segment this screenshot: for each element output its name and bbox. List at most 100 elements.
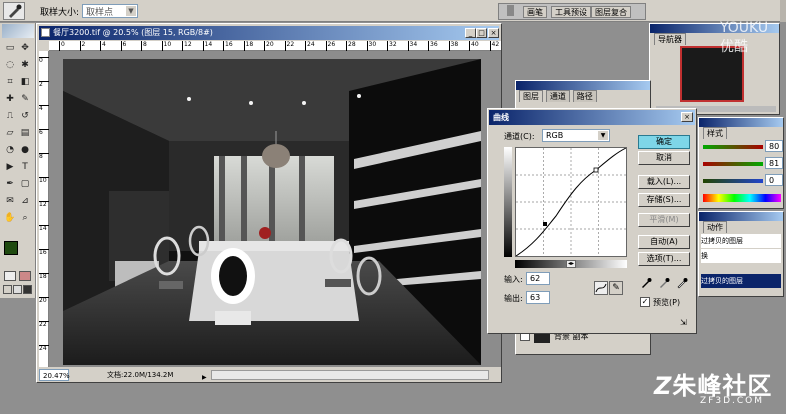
pencil-tool-icon[interactable]: ✎ xyxy=(609,281,623,295)
palette-tab-brushes[interactable]: 画笔 xyxy=(523,6,547,18)
ruler-tick-label: 10 xyxy=(39,177,49,184)
ruler-tick-label: 20 xyxy=(39,297,49,304)
ruler-tick-label: 6 xyxy=(39,129,49,136)
layers-panel-title[interactable] xyxy=(516,81,650,90)
notes-icon[interactable]: ✉ xyxy=(3,194,17,208)
close-button[interactable]: × xyxy=(488,28,499,38)
history-item[interactable]: 换 xyxy=(701,249,781,263)
cancel-button[interactable]: 取消 xyxy=(638,151,690,165)
palette-tab-layer-comps[interactable]: 图层复合 xyxy=(591,6,631,18)
ruler-tick-label: 8 xyxy=(39,153,49,160)
eraser-icon[interactable]: ▱ xyxy=(3,126,17,140)
gradient-toggle-icon[interactable]: ◂▸ xyxy=(566,260,576,268)
sample-size-select[interactable]: 取样点 ▼ xyxy=(82,4,138,18)
expand-dialog-icon[interactable]: ⇲ xyxy=(680,318,692,328)
horizontal-ruler: 0 2 4 6 8 10 12 14 16 18 20 22 24 26 28 30 32 34 36 38 40 42 xyxy=(49,41,501,51)
ruler-tick-label: 24 xyxy=(39,345,49,352)
input-field[interactable]: 62 xyxy=(526,272,550,285)
magic-wand-icon[interactable]: ✱ xyxy=(18,58,32,72)
curve-tool-icon[interactable] xyxy=(594,281,608,295)
close-icon[interactable]: × xyxy=(681,112,693,122)
minimize-button[interactable]: _ xyxy=(465,28,476,38)
slice-icon[interactable]: ◧ xyxy=(18,75,32,89)
blue-slider-track[interactable] xyxy=(703,179,763,183)
ok-button[interactable]: 确定 xyxy=(638,135,690,149)
eyedropper-tool-icon[interactable] xyxy=(3,2,25,20)
tab-navigator[interactable]: 导航器 xyxy=(654,33,686,45)
maximize-button[interactable]: □ xyxy=(476,28,487,38)
ruler-tick-label: 2 xyxy=(39,81,49,88)
color-ramp[interactable] xyxy=(703,194,781,202)
curve-point[interactable] xyxy=(543,222,547,226)
healing-icon[interactable]: ✚ xyxy=(3,92,17,106)
green-slider-track[interactable] xyxy=(703,162,763,166)
screen-mode-full-menu-icon[interactable] xyxy=(13,285,22,294)
tab-layers[interactable]: 图层 xyxy=(519,90,543,102)
tab-styles[interactable]: 样式 xyxy=(703,127,727,139)
pen-icon[interactable]: ✒ xyxy=(3,177,17,191)
history-item-selected[interactable]: 过拷贝的图层 xyxy=(701,274,781,288)
ruler-tick-label: 34 xyxy=(407,41,417,51)
history-brush-icon[interactable]: ↺ xyxy=(18,109,32,123)
screen-mode-standard-icon[interactable] xyxy=(3,285,12,294)
type-icon[interactable]: T xyxy=(18,160,32,174)
document-title-bar[interactable]: 餐厅3200.tif @ 20.5% (图层 15, RGB/8#) xyxy=(39,26,499,40)
crop-icon[interactable]: ⌗ xyxy=(3,75,17,89)
dodge-icon[interactable]: ● xyxy=(18,143,32,157)
curve-point[interactable] xyxy=(593,167,599,173)
zoom-field[interactable]: 20.47% xyxy=(39,369,70,381)
palette-tab-tool-presets[interactable]: 工具预设 xyxy=(551,6,591,18)
red-slider-track[interactable] xyxy=(703,145,763,149)
red-value[interactable]: 80 xyxy=(765,140,783,152)
hand-icon[interactable]: ✋ xyxy=(3,211,17,225)
save-button[interactable]: 存储(S)... xyxy=(638,193,690,207)
foreground-color-swatch[interactable] xyxy=(4,241,18,255)
channel-select[interactable]: RGB ▼ xyxy=(542,129,610,142)
preview-checkbox[interactable]: ✓ xyxy=(640,297,650,307)
stamp-icon[interactable]: ⎍ xyxy=(3,109,17,123)
blur-icon[interactable]: ◔ xyxy=(3,143,17,157)
tab-paths[interactable]: 路径 xyxy=(572,90,597,102)
green-value[interactable]: 81 xyxy=(765,157,783,169)
doc-size-readout: 文档:22.0M/134.2M xyxy=(107,371,174,379)
status-menu-arrow-icon[interactable]: ▶ xyxy=(202,372,207,384)
ruler-tick-label: 28 xyxy=(346,41,356,51)
history-item[interactable]: 过拷贝的图层 xyxy=(701,234,781,248)
load-button[interactable]: 载入(L)... xyxy=(638,175,690,189)
curve-graph[interactable] xyxy=(515,147,627,257)
ruler-tick-label: 4 xyxy=(100,41,106,51)
marquee-icon[interactable]: ▭ xyxy=(3,41,17,55)
ruler-tick-label: 0 xyxy=(39,57,49,64)
bar-edge xyxy=(780,0,786,22)
ruler-tick-label: 18 xyxy=(243,41,253,51)
output-field[interactable]: 63 xyxy=(526,291,550,304)
ruler-tick-label: 12 xyxy=(39,201,49,208)
ruler-tick-label: 20 xyxy=(264,41,274,51)
options-button[interactable]: 选项(T)... xyxy=(638,252,690,266)
output-label: 输出: xyxy=(504,294,523,303)
blue-value[interactable]: 0 xyxy=(765,174,783,186)
curves-title-bar[interactable]: 曲线 xyxy=(489,110,695,125)
tab-channels[interactable]: 通道 xyxy=(545,90,570,102)
ruler-tick-label: 22 xyxy=(39,321,49,328)
zoom-icon[interactable]: ⌕ xyxy=(18,211,32,225)
white-eyedropper-icon[interactable] xyxy=(676,277,688,292)
brush-icon[interactable]: ✎ xyxy=(18,92,32,106)
image-canvas[interactable] xyxy=(49,51,501,367)
path-select-icon[interactable]: ▶ xyxy=(3,160,17,174)
lasso-icon[interactable]: ◌ xyxy=(3,58,17,72)
move-icon[interactable]: ✥ xyxy=(18,41,32,55)
tab-actions[interactable]: 动作 xyxy=(703,221,727,233)
standard-mode-icon[interactable] xyxy=(4,271,16,281)
gradient-icon[interactable]: ▤ xyxy=(18,126,32,140)
auto-button[interactable]: 自动(A) xyxy=(638,235,690,249)
quick-mask-icon[interactable] xyxy=(19,271,31,281)
screen-mode-full-icon[interactable] xyxy=(23,285,32,294)
horizontal-scrollbar[interactable] xyxy=(211,370,489,380)
shape-icon[interactable]: ▢ xyxy=(18,177,32,191)
gray-eyedropper-icon[interactable] xyxy=(658,277,670,292)
black-eyedropper-icon[interactable] xyxy=(640,277,652,292)
chevron-down-icon: ▼ xyxy=(126,6,136,16)
smooth-button[interactable]: 平滑(M) xyxy=(638,213,690,227)
eyedropper-icon[interactable]: ⊿ xyxy=(18,194,32,208)
